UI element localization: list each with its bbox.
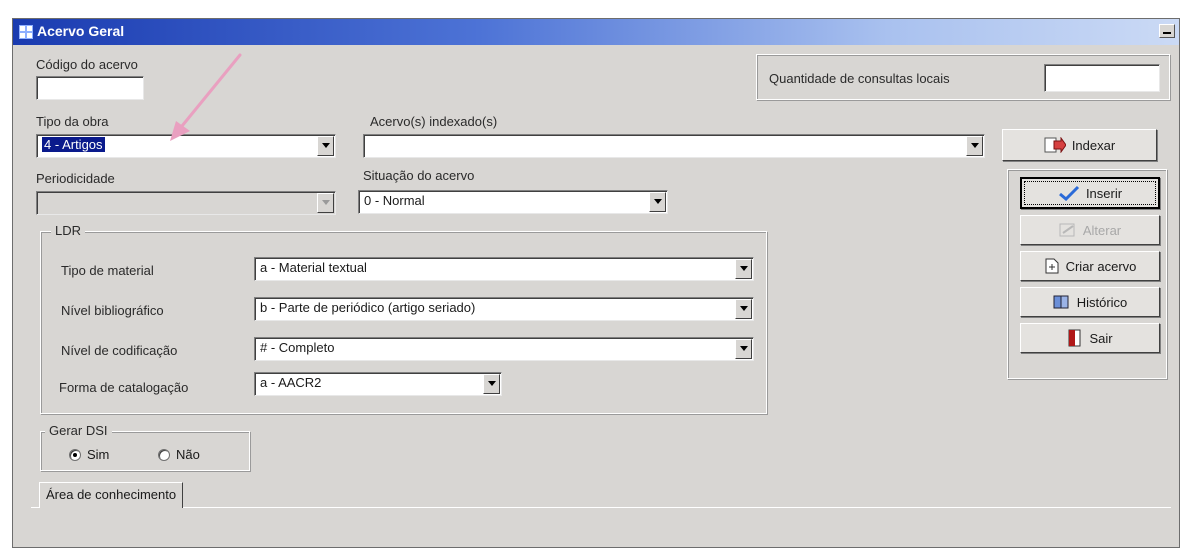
nivel-codificacao-label: Nível de codificação bbox=[61, 343, 178, 358]
indexados-select[interactable] bbox=[363, 134, 985, 158]
indexados-label: Acervo(s) indexado(s) bbox=[370, 114, 498, 129]
checkmark-icon bbox=[1058, 185, 1079, 201]
sair-label: Sair bbox=[1089, 330, 1113, 346]
forma-catalogacao-select[interactable]: a - AACR2 bbox=[254, 372, 502, 396]
tab-strip-line bbox=[31, 507, 1171, 508]
periodicidade-label: Periodicidade bbox=[36, 171, 115, 186]
indexar-button[interactable]: Indexar bbox=[1002, 129, 1157, 161]
window-icon bbox=[19, 25, 33, 39]
nivel-bibliografico-dropdown-icon[interactable] bbox=[735, 299, 752, 319]
ldr-title: LDR bbox=[51, 223, 86, 238]
dsi-sim-label: Sim bbox=[87, 447, 110, 462]
situacao-value: 0 - Normal bbox=[364, 193, 425, 208]
dsi-sim-radio[interactable]: Sim bbox=[69, 447, 109, 462]
tab-area-conhecimento-label: Área de conhecimento bbox=[46, 487, 177, 502]
inserir-label: Inserir bbox=[1085, 185, 1123, 201]
gerar-dsi-title: Gerar DSI bbox=[45, 423, 112, 438]
historico-label: Histórico bbox=[1076, 294, 1128, 310]
nivel-codificacao-select[interactable]: # - Completo bbox=[254, 337, 754, 361]
alterar-label: Alterar bbox=[1082, 222, 1122, 238]
indexar-icon bbox=[1044, 137, 1066, 153]
codigo-label: Código do acervo bbox=[36, 57, 138, 72]
exit-door-icon bbox=[1068, 329, 1081, 347]
new-document-icon bbox=[1045, 258, 1059, 274]
tipo-material-label: Tipo de material bbox=[61, 263, 154, 278]
dsi-nao-radio[interactable]: Não bbox=[158, 447, 200, 462]
periodicidade-dropdown-icon[interactable] bbox=[317, 193, 334, 213]
dsi-sim-radio-dot[interactable] bbox=[69, 448, 81, 461]
situacao-label: Situação do acervo bbox=[363, 168, 475, 183]
consultas-field[interactable] bbox=[1044, 64, 1160, 92]
title-bar[interactable]: Acervo Geral bbox=[13, 19, 1179, 45]
forma-catalogacao-dropdown-icon[interactable] bbox=[483, 374, 500, 394]
inserir-button[interactable]: Inserir bbox=[1020, 177, 1160, 209]
edit-icon bbox=[1059, 223, 1075, 237]
tab-area-conhecimento[interactable]: Área de conhecimento bbox=[39, 482, 184, 508]
codigo-field[interactable] bbox=[36, 76, 144, 100]
criar-acervo-label: Criar acervo bbox=[1065, 258, 1137, 274]
sair-button[interactable]: Sair bbox=[1020, 323, 1160, 353]
tipo-obra-select[interactable]: 4 - Artigos bbox=[36, 134, 336, 158]
tipo-material-select[interactable]: a - Material textual bbox=[254, 257, 754, 281]
nivel-bibliografico-select[interactable]: b - Parte de periódico (artigo seriado) bbox=[254, 297, 754, 321]
indexar-label: Indexar bbox=[1071, 137, 1116, 153]
forma-catalogacao-label: Forma de catalogação bbox=[59, 380, 189, 395]
consultas-label: Quantidade de consultas locais bbox=[769, 71, 950, 86]
situacao-select[interactable]: 0 - Normal bbox=[358, 190, 668, 214]
historico-button[interactable]: Histórico bbox=[1020, 287, 1160, 317]
tipo-obra-dropdown-icon[interactable] bbox=[317, 136, 334, 156]
situacao-dropdown-icon[interactable] bbox=[649, 192, 666, 212]
dsi-nao-label: Não bbox=[176, 447, 200, 462]
acervo-geral-window: Acervo Geral Código do acervo Quantidade… bbox=[12, 18, 1180, 548]
dsi-nao-radio-dot[interactable] bbox=[158, 448, 170, 461]
nivel-bibliografico-label: Nível bibliográfico bbox=[61, 303, 164, 318]
tipo-obra-label: Tipo da obra bbox=[36, 114, 109, 129]
tipo-material-dropdown-icon[interactable] bbox=[735, 259, 752, 279]
periodicidade-select[interactable] bbox=[36, 191, 336, 215]
history-book-icon bbox=[1053, 295, 1069, 309]
nivel-codificacao-dropdown-icon[interactable] bbox=[735, 339, 752, 359]
window-title: Acervo Geral bbox=[37, 23, 125, 39]
tipo-obra-value: 4 - Artigos bbox=[42, 137, 105, 152]
minimize-button[interactable] bbox=[1159, 24, 1175, 38]
indexados-dropdown-icon[interactable] bbox=[966, 136, 983, 156]
criar-acervo-button[interactable]: Criar acervo bbox=[1020, 251, 1160, 281]
alterar-button[interactable]: Alterar bbox=[1020, 215, 1160, 245]
